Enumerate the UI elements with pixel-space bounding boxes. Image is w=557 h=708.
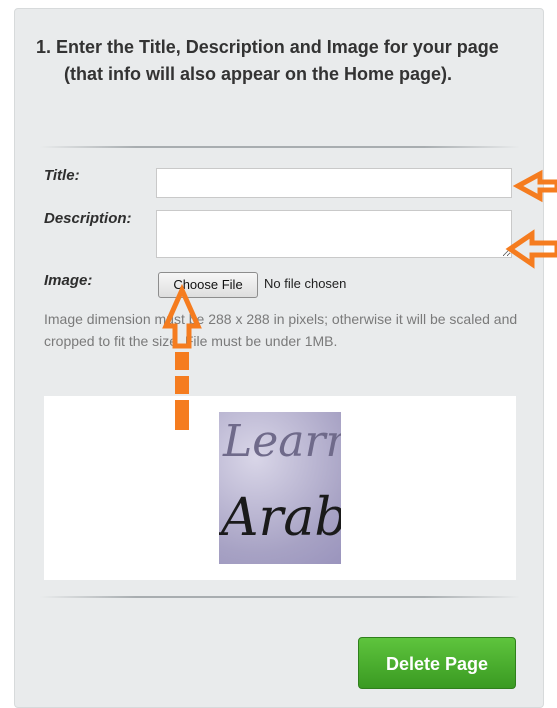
arrow-left-icon bbox=[512, 169, 557, 203]
step-instructions: 1. Enter the Title, Description and Imag… bbox=[36, 34, 526, 88]
preview-text-line2: Arabic bbox=[221, 488, 341, 548]
image-dimension-note: Image dimension must be 288 x 288 in pix… bbox=[44, 311, 518, 349]
description-textarea[interactable] bbox=[156, 210, 512, 258]
arrow-up-icon bbox=[162, 283, 202, 430]
image-label: Image: bbox=[44, 272, 93, 289]
preview-text-line1: Learn bbox=[223, 416, 341, 467]
divider bbox=[40, 596, 520, 598]
title-label: Title: bbox=[44, 167, 80, 184]
preview-thumbnail: Learn Arabic bbox=[219, 412, 341, 564]
divider bbox=[40, 146, 520, 148]
arrow-left-icon bbox=[505, 229, 557, 269]
description-label: Description: bbox=[44, 210, 132, 227]
delete-page-button[interactable]: Delete Page bbox=[358, 637, 516, 689]
no-file-text: No file chosen bbox=[264, 276, 347, 291]
step-title: 1. Enter the Title, Description and Imag… bbox=[36, 37, 499, 84]
form-panel bbox=[14, 8, 544, 708]
title-input[interactable] bbox=[156, 168, 512, 198]
image-preview: Learn Arabic bbox=[44, 396, 516, 580]
